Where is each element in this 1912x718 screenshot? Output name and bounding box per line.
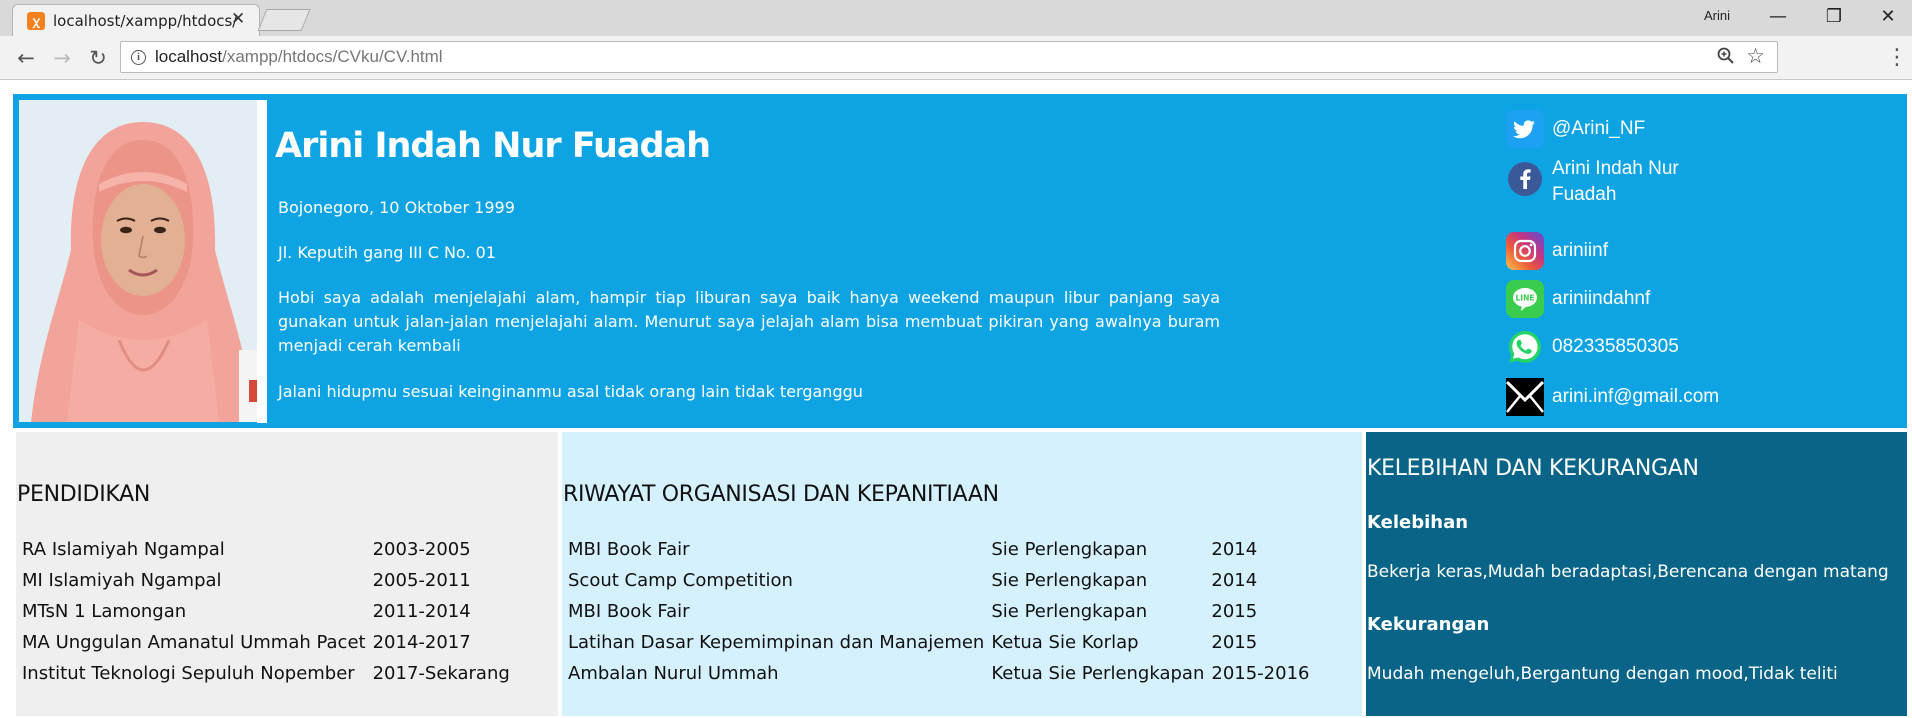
weakness-label: Kekurangan: [1367, 614, 1490, 635]
table-row: MI Islamiyah Ngampal 2005-2011: [22, 565, 517, 596]
url-path: /xampp/htdocs/CVku/CV.html: [222, 47, 443, 66]
school-cell: MTsN 1 Lamongan: [22, 601, 187, 622]
period-cell: 2014-2017: [372, 632, 471, 653]
period-cell: 2011-2014: [372, 601, 471, 622]
organization-cell: Scout Camp Competition: [568, 570, 793, 591]
browser-menu-icon[interactable]: ⋮: [1886, 44, 1908, 72]
school-cell: RA Islamiyah Ngampal: [22, 539, 225, 560]
strength-text: Bekerja keras,Mudah beradaptasi,Berencan…: [1367, 562, 1889, 582]
strength-label: Kelebihan: [1367, 512, 1469, 533]
table-row: Ambalan Nurul Ummah Ketua Sie Perlengkapa…: [568, 658, 1317, 689]
skills-title: KELEBIHAN DAN KEKURANGAN: [1367, 456, 1699, 481]
organization-cell: MBI Book Fair: [568, 539, 690, 560]
education-table: RA Islamiyah Ngampal 2003-2005 MI Islamiya…: [22, 534, 517, 689]
role-cell: Sie Perlengkapan: [991, 570, 1148, 591]
profile-name: Arini Indah Nur Fuadah: [275, 126, 711, 166]
browser-tab[interactable]: ꭓ localhost/xampp/htdocs/ ✕: [12, 4, 260, 36]
contact-facebook-text: Arini Indah Nur Fuadah: [1552, 158, 1679, 205]
tab-close-icon[interactable]: ✕: [231, 9, 245, 29]
profile-header: Arini Indah Nur Fuadah Bojonegoro, 10 Ok…: [13, 94, 1907, 428]
profile-address: Jl. Keputih gang III C No. 01: [278, 243, 496, 262]
weakness-text: Mudah mengeluh,Bergantung dengan mood,Ti…: [1367, 664, 1838, 684]
role-cell: Sie Perlengkapan: [991, 601, 1148, 622]
role-cell: Ketua Sie Perlengkapan: [991, 663, 1205, 684]
maximize-icon[interactable]: ❐: [1814, 4, 1854, 30]
education-section: PENDIDIKAN RA Islamiyah Ngampal 2003-2005…: [16, 432, 558, 716]
url-host: localhost: [155, 47, 223, 66]
role-cell: Ketua Sie Korlap: [991, 632, 1139, 653]
minimize-icon[interactable]: —: [1758, 4, 1798, 30]
period-cell: 2003-2005: [372, 539, 471, 560]
table-row: MTsN 1 Lamongan 2011-2014: [22, 596, 517, 627]
forward-icon[interactable]: →: [48, 44, 76, 72]
year-cell: 2015: [1211, 601, 1258, 622]
year-cell: 2015-2016: [1211, 663, 1310, 684]
address-bar[interactable]: i localhost/xampp/htdocs/CVku/CV.html ☆: [120, 41, 1778, 73]
organization-table: MBI Book Fair Sie Perlengkapan 2014 Scout C…: [568, 534, 1317, 689]
school-cell: Institut Teknologi Sepuluh Nopember: [22, 663, 355, 684]
contact-instagram-text: ariniinf: [1552, 240, 1608, 261]
skills-section: KELEBIHAN DAN KEKURANGAN Kelebihan Beker…: [1366, 432, 1907, 716]
table-row: Institut Teknologi Sepuluh Nopember 2017-…: [22, 658, 517, 689]
table-row: Scout Camp Competition Sie Perlengkapan 20…: [568, 565, 1317, 596]
line-icon: LINE: [1506, 280, 1544, 318]
organization-cell: Latihan Dasar Kepemimpinan dan Manajemen: [568, 632, 985, 653]
table-row: MBI Book Fair Sie Perlengkapan 2015: [568, 596, 1317, 627]
table-row: MA Unggulan Amanatul Ummah Pacet 2014-201…: [22, 627, 517, 658]
role-cell: Sie Perlengkapan: [991, 539, 1148, 560]
zoom-icon[interactable]: [1717, 46, 1735, 71]
profile-motto: Jalani hidupmu sesuai keinginanmu asal t…: [278, 382, 863, 401]
back-icon[interactable]: ←: [12, 44, 40, 72]
contact-twitter-text: @Arini_NF: [1552, 118, 1646, 139]
contact-whatsapp-text: 082335850305: [1552, 336, 1679, 357]
info-icon[interactable]: i: [131, 50, 146, 65]
education-title: PENDIDIKAN: [17, 482, 151, 507]
year-cell: 2014: [1211, 539, 1258, 560]
profile-photo: [19, 100, 267, 422]
xampp-favicon-icon: ꭓ: [27, 12, 45, 30]
window-user-label[interactable]: Arini: [1704, 8, 1730, 23]
tab-title: localhost/xampp/htdocs/: [53, 12, 238, 30]
reload-icon[interactable]: ↻: [84, 44, 112, 72]
organization-title: RIWAYAT ORGANISASI DAN KEPANITIAAN: [563, 482, 999, 507]
table-row: RA Islamiyah Ngampal 2003-2005: [22, 534, 517, 565]
period-cell: 2017-Sekarang: [372, 663, 510, 684]
url-text[interactable]: localhost/xampp/htdocs/CVku/CV.html: [155, 47, 443, 67]
browser-toolbar: ← → ↻ i localhost/xampp/htdocs/CVku/CV.h…: [0, 36, 1912, 80]
email-icon: [1505, 378, 1545, 416]
contact-email-text: arini.inf@gmail.com: [1552, 386, 1720, 407]
year-cell: 2014: [1211, 570, 1258, 591]
twitter-icon: [1506, 110, 1544, 148]
period-cell: 2005-2011: [372, 570, 471, 591]
header-divider: [257, 100, 267, 423]
svg-text:LINE: LINE: [1516, 294, 1535, 303]
close-window-icon[interactable]: ✕: [1868, 4, 1908, 30]
profile-hobby: Hobi saya adalah menjelajahi alam, hampi…: [278, 288, 1220, 355]
facebook-icon: [1506, 160, 1544, 198]
school-cell: MI Islamiyah Ngampal: [22, 570, 222, 591]
new-tab-button[interactable]: [257, 9, 311, 31]
contact-line-text: ariniindahnf: [1552, 288, 1651, 309]
bookmark-star-icon[interactable]: ☆: [1746, 44, 1765, 68]
profile-birth: Bojonegoro, 10 Oktober 1999: [278, 198, 515, 217]
school-cell: MA Unggulan Amanatul Ummah Pacet: [22, 632, 366, 653]
whatsapp-icon: [1506, 328, 1544, 366]
year-cell: 2015: [1211, 632, 1258, 653]
table-row: MBI Book Fair Sie Perlengkapan 2014: [568, 534, 1317, 565]
browser-titlebar: ꭓ localhost/xampp/htdocs/ ✕ Arini — ❐ ✕: [0, 0, 1912, 36]
organization-cell: Ambalan Nurul Ummah: [568, 663, 779, 684]
organization-section: RIWAYAT ORGANISASI DAN KEPANITIAAN MBI B…: [562, 432, 1362, 716]
organization-cell: MBI Book Fair: [568, 601, 690, 622]
instagram-icon: [1506, 232, 1544, 270]
table-row: Latihan Dasar Kepemimpinan dan Manajemen…: [568, 627, 1317, 658]
